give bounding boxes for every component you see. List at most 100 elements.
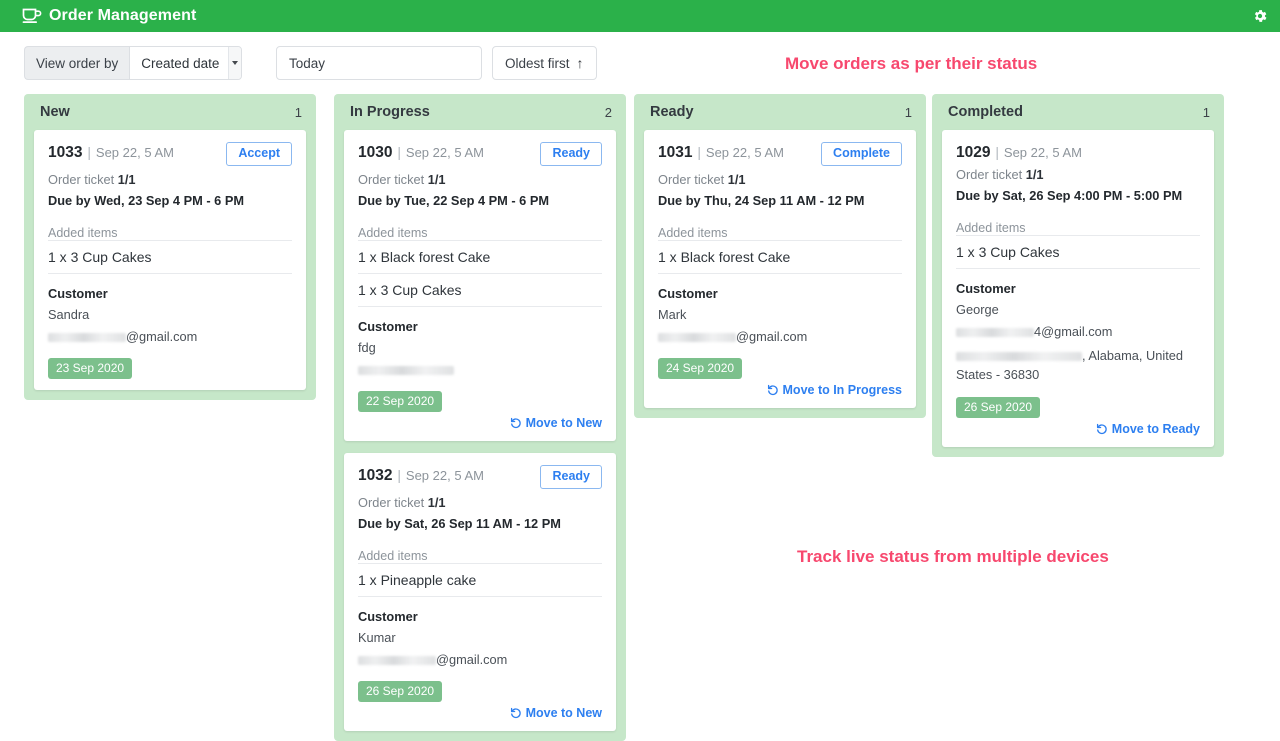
order-created-date: Sep 22, 5 AM	[95, 145, 174, 160]
order-ticket: Order ticket 1/1	[658, 172, 902, 187]
order-card[interactable]: 1029 | Sep 22, 5 AM Order ticket 1/1 Due b…	[942, 130, 1214, 447]
order-move-row: Move to New	[358, 416, 602, 430]
customer-label: Customer	[358, 608, 418, 624]
column-title: In Progress	[350, 104, 430, 120]
order-card-header: 1033 | Sep 22, 5 AM Accept	[48, 142, 292, 166]
order-date-badge-row: 22 Sep 2020	[358, 379, 602, 412]
app-header-bar: Order Management	[0, 0, 1280, 32]
order-item: 1 x Black forest Cake	[358, 239, 602, 273]
customer-email: @gmail.com	[48, 327, 292, 346]
order-date-badge: 23 Sep 2020	[48, 357, 133, 379]
sort-field-select[interactable]: Created date	[129, 46, 243, 80]
order-card-header: 1032 | Sep 22, 5 AM Ready	[358, 464, 602, 489]
order-move-link[interactable]: Move to Ready	[1096, 422, 1200, 436]
order-separator: |	[83, 144, 95, 160]
redacted-email-mask	[358, 365, 454, 375]
redacted-email-mask	[658, 332, 736, 342]
app-title: Order Management	[49, 7, 197, 24]
added-items-label: Added items	[358, 225, 428, 240]
customer-name: fdg	[358, 339, 376, 355]
customer-name: Mark	[658, 306, 687, 322]
board-column-in-progress: In Progress 2 1030 | Sep 22, 5 AM Ready Orde…	[334, 94, 626, 741]
chevron-down-icon	[228, 47, 242, 79]
undo-arrow-icon	[510, 707, 522, 719]
order-id: 1033	[48, 144, 83, 161]
customer-label: Customer	[358, 318, 418, 334]
order-date-badge: 24 Sep 2020	[658, 357, 743, 379]
customer-email-suffix: @gmail.com	[126, 328, 198, 344]
order-card[interactable]: 1032 | Sep 22, 5 AM Ready Order ticket 1/1…	[344, 452, 616, 731]
order-date-badge: 22 Sep 2020	[358, 390, 443, 412]
board-column-new: New 1 1033 | Sep 22, 5 AM Accept Order ticke…	[24, 94, 316, 400]
order-ticket-label: Order ticket	[658, 171, 725, 187]
order-date-badge: 26 Sep 2020	[956, 396, 1041, 418]
view-order-by-group: View order by Created date	[24, 46, 243, 80]
customer-email-suffix: @gmail.com	[436, 651, 508, 667]
customer-email-suffix: 4@gmail.com	[1034, 324, 1113, 340]
order-meta: 1030 | Sep 22, 5 AM	[358, 142, 484, 161]
order-meta: 1031 | Sep 22, 5 AM	[658, 142, 784, 161]
order-separator: |	[991, 144, 1003, 160]
customer-email: 4@gmail.com	[956, 322, 1200, 341]
date-filter-input[interactable]: Today	[276, 46, 482, 80]
order-created-date: Sep 22, 5 AM	[405, 467, 484, 483]
order-card[interactable]: 1030 | Sep 22, 5 AM Ready Order ticket 1/1…	[344, 130, 616, 441]
order-date-badge-row: 26 Sep 2020	[358, 669, 602, 702]
annotation-move-orders: Move orders as per their status	[785, 54, 1038, 73]
order-action-button[interactable]: Ready	[540, 142, 602, 166]
order-due: Due by Wed, 23 Sep 4 PM - 6 PM	[48, 192, 245, 208]
order-move-row: Move to Ready	[956, 422, 1200, 436]
order-action-button[interactable]: Ready	[540, 464, 602, 489]
added-items-label: Added items	[48, 225, 118, 240]
order-move-label: Move to New	[525, 415, 602, 430]
order-action-button[interactable]: Complete	[821, 142, 902, 166]
order-card-header: 1031 | Sep 22, 5 AM Complete	[658, 142, 902, 166]
order-due: Due by Thu, 24 Sep 11 AM - 12 PM	[658, 192, 865, 208]
column-count: 1	[1202, 104, 1210, 120]
order-move-link[interactable]: Move to New	[510, 706, 602, 720]
order-move-label: Move to In Progress	[782, 382, 902, 397]
order-card[interactable]: 1033 | Sep 22, 5 AM Accept Order ticket 1/…	[34, 130, 306, 390]
order-ticket-label: Order ticket	[358, 494, 425, 510]
date-filter-value: Today	[289, 55, 326, 71]
customer-address: , Alabama, United States - 36830	[956, 346, 1200, 384]
app-brand: Order Management	[22, 7, 196, 25]
order-id: 1031	[658, 144, 693, 161]
sort-field-value: Created date	[141, 55, 220, 71]
order-move-link[interactable]: Move to In Progress	[767, 383, 902, 397]
order-date-badge: 26 Sep 2020	[358, 680, 443, 702]
order-date-badge-row: 26 Sep 2020	[956, 385, 1200, 418]
order-date-badge-row: 24 Sep 2020	[658, 346, 902, 379]
customer-label: Customer	[48, 285, 108, 301]
gear-icon[interactable]	[1252, 8, 1280, 24]
order-ticket-value: 1/1	[427, 171, 446, 187]
order-action-button[interactable]: Accept	[226, 142, 292, 166]
order-move-label: Move to New	[525, 705, 602, 720]
order-ticket: Order ticket 1/1	[48, 172, 292, 187]
sort-direction-button[interactable]: Oldest first ↑	[492, 46, 597, 80]
order-due: Due by Sat, 26 Sep 11 AM - 12 PM	[358, 515, 561, 531]
undo-arrow-icon	[1096, 423, 1108, 435]
order-item: 1 x 3 Cup Cakes	[956, 235, 1200, 270]
customer-name: Kumar	[358, 629, 396, 645]
order-ticket-value: 1/1	[117, 171, 136, 187]
customer-name: Sandra	[48, 306, 90, 322]
customer-name: George	[956, 302, 999, 318]
filter-toolbar: View order by Created date Today Oldest …	[0, 32, 1280, 94]
order-card[interactable]: 1031 | Sep 22, 5 AM Complete Order ticket …	[644, 130, 916, 408]
order-item: 1 x Black forest Cake	[658, 239, 902, 274]
column-count: 2	[604, 104, 612, 120]
order-move-link[interactable]: Move to New	[510, 416, 602, 430]
added-items-label: Added items	[956, 221, 1026, 236]
added-items-label: Added items	[658, 225, 728, 240]
arrow-up-icon: ↑	[576, 55, 584, 71]
order-ticket-value: 1/1	[427, 494, 446, 510]
coffee-cup-icon	[22, 8, 42, 24]
order-move-row: Move to New	[358, 706, 602, 720]
column-title: Completed	[948, 104, 1023, 120]
order-ticket-value: 1/1	[727, 171, 746, 187]
order-separator: |	[393, 144, 405, 160]
order-ticket-label: Order ticket	[48, 171, 115, 187]
column-count: 1	[904, 104, 912, 120]
order-created-date: Sep 22, 5 AM	[405, 145, 484, 160]
